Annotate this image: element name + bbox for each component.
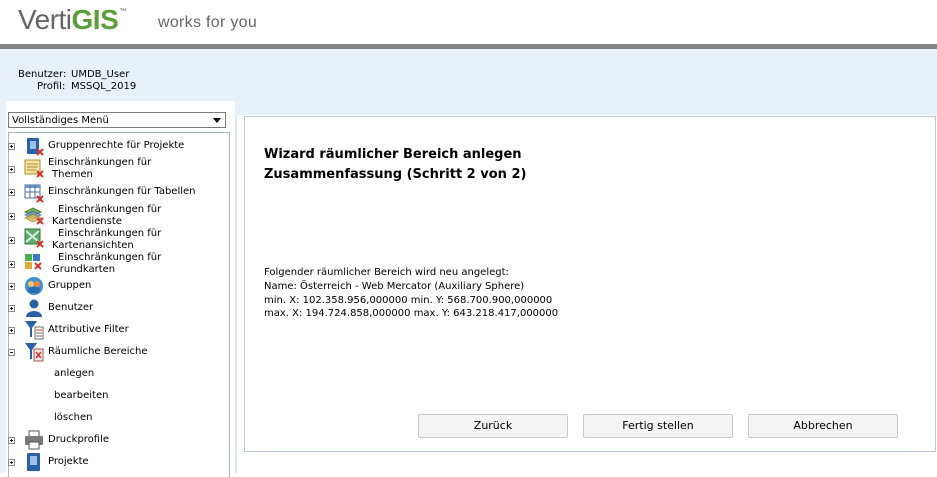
profile-value: MSSQL_2019 — [71, 81, 137, 92]
expand-icon[interactable] — [8, 261, 15, 268]
expand-icon[interactable] — [8, 327, 15, 334]
user-label: Benutzer: — [18, 69, 67, 80]
expand-icon[interactable] — [8, 143, 15, 150]
profile-label: Profil: — [37, 81, 66, 92]
tree-item-label-line2: Kartenansichten — [52, 240, 134, 251]
app-header: VertiGIS™ works for you — [0, 0, 937, 44]
basemap-restrictions-icon — [25, 254, 42, 270]
user-icon — [26, 299, 42, 317]
cancel-button[interactable]: Abbrechen — [748, 414, 898, 438]
mapview-restrictions-icon — [24, 228, 44, 248]
expand-icon[interactable] — [8, 305, 15, 312]
back-button[interactable]: Zurück — [418, 414, 568, 438]
tree-item-label: Attributive Filter — [48, 324, 129, 335]
expand-icon[interactable] — [8, 237, 15, 244]
mapservice-restrictions-icon — [24, 207, 44, 225]
printer-icon — [25, 430, 43, 450]
user-info-bar: Benutzer: UMDB_User Profil: MSSQL_2019 — [0, 49, 937, 102]
collapse-icon[interactable] — [8, 349, 15, 356]
tree-item-label-line1: Einschränkungen für — [48, 157, 152, 168]
tree-item-label: Druckprofile — [48, 434, 110, 445]
subitem-anlegen[interactable]: anlegen — [54, 368, 94, 379]
menu-select-value: Vollständiges Menü — [12, 115, 109, 126]
tree-item-label: Projekte — [48, 456, 89, 467]
expand-icon[interactable] — [8, 166, 15, 173]
content-top-band — [235, 101, 937, 115]
summary-name: Name: Österreich - Web Mercator (Auxilia… — [264, 281, 525, 292]
tree-item-label: Benutzer — [48, 302, 94, 313]
logo-gis: GIS — [71, 4, 119, 35]
wizard-title: Wizard räumlicher Bereich anlegen — [264, 147, 522, 162]
project-rights-icon — [27, 138, 44, 156]
theme-restrictions-icon — [24, 159, 44, 178]
summary-intro: Folgender räumlicher Bereich wird neu an… — [264, 267, 509, 278]
tree-item-label-line2: Kartendienste — [52, 216, 122, 227]
expand-icon[interactable] — [8, 437, 15, 444]
finish-button[interactable]: Fertig stellen — [583, 414, 733, 438]
attribute-filter-icon — [25, 321, 44, 340]
subitem-bearbeiten[interactable]: bearbeiten — [54, 390, 108, 401]
sidebar-left-band — [0, 101, 6, 473]
subitem-loeschen[interactable]: löschen — [54, 412, 92, 423]
summary-max-xy: max. X: 194.724.858,000000 max. Y: 643.2… — [264, 308, 559, 319]
tree-item-label: Gruppen — [48, 280, 92, 291]
expand-icon[interactable] — [8, 283, 15, 290]
groups-icon — [25, 277, 43, 295]
logo-verti: Verti — [18, 4, 72, 35]
expand-icon[interactable] — [8, 213, 15, 220]
expand-icon[interactable] — [8, 189, 15, 196]
logo-trademark: ™ — [119, 8, 126, 15]
wizard-subtitle: Zusammenfassung (Schritt 2 von 2) — [264, 167, 527, 182]
tagline: works for you — [158, 14, 258, 31]
summary-min-xy: min. X: 102.358.956,000000 min. Y: 568.7… — [264, 295, 553, 306]
user-value: UMDB_User — [71, 69, 130, 80]
tree-item-label-line1: Einschränkungen für — [58, 204, 162, 215]
projects-icon — [27, 453, 40, 471]
table-restrictions-icon — [24, 184, 44, 203]
tree-item-label-line2: Themen — [52, 169, 93, 180]
vertigis-logo: VertiGIS™ — [18, 4, 126, 36]
chevron-down-icon[interactable] — [213, 118, 221, 123]
menu-select[interactable]: Vollständiges Menü — [8, 112, 226, 128]
spatial-filter-icon — [25, 343, 44, 362]
tree-item-label-line2: Grundkarten — [52, 264, 116, 275]
expand-icon[interactable] — [8, 459, 15, 466]
tree-item-label: Gruppenrechte für Projekte — [48, 140, 185, 151]
tree-item-label: Räumliche Bereiche — [48, 346, 148, 357]
tree-item-label-line1: Einschränkungen für — [58, 228, 162, 239]
tree-item-label: Einschränkungen für Tabellen — [48, 186, 196, 197]
tree-item-label-line1: Einschränkungen für — [58, 252, 162, 263]
